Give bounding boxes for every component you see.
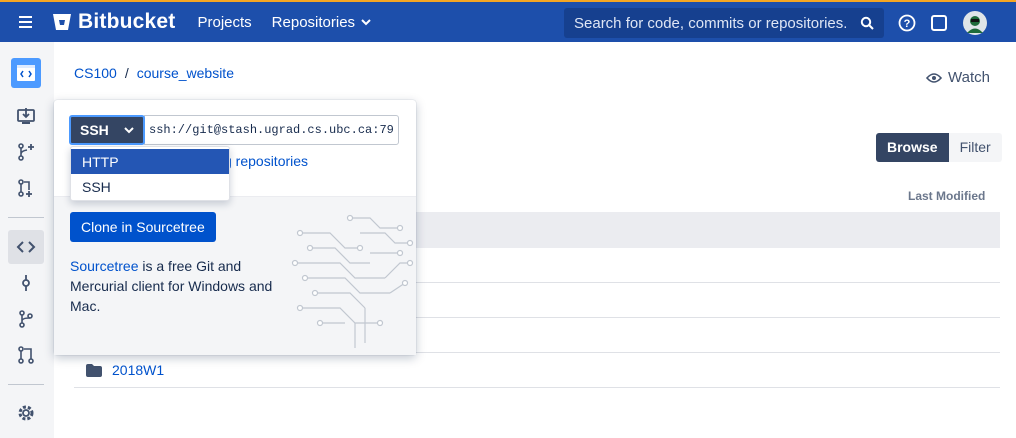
protocol-option-http[interactable]: HTTP (71, 149, 229, 174)
inbox-icon[interactable] (930, 14, 948, 32)
breadcrumb: CS100 / course_website (74, 65, 234, 81)
bitbucket-bucket-icon (53, 14, 71, 30)
protocol-dropdown-menu: HTTP SSH (70, 146, 230, 201)
sidebar-repository-avatar[interactable] (8, 56, 44, 90)
logo-text: Bitbucket (78, 10, 176, 33)
protocol-selector[interactable]: SSH (69, 115, 145, 145)
watch-label: Watch (948, 69, 990, 86)
sidebar-pull-requests[interactable] (8, 338, 44, 372)
folder-icon (86, 363, 102, 377)
clone-in-sourcetree-button[interactable]: Clone in Sourcetree (70, 212, 216, 242)
top-navigation-bar: Bitbucket Projects Repositories ? (0, 0, 1016, 42)
sidebar-source[interactable] (8, 230, 44, 264)
eye-icon (926, 72, 943, 83)
row-divider (74, 387, 1000, 388)
sidebar-branches[interactable] (8, 302, 44, 336)
clone-icon (17, 108, 35, 124)
create-branch-icon (18, 143, 34, 161)
protocol-option-ssh[interactable]: SSH (71, 174, 229, 199)
sidebar (0, 42, 54, 438)
circuit-tree-illustration (291, 214, 414, 348)
protocol-label: SSH (80, 122, 109, 138)
nav-projects-label: Projects (197, 13, 252, 31)
search-input[interactable] (574, 14, 846, 32)
watch-button[interactable]: Watch (926, 69, 990, 86)
chevron-down-icon (361, 19, 371, 26)
last-modified-header: Last Modified (908, 189, 986, 203)
sidebar-create-pull-request[interactable] (8, 171, 44, 205)
breadcrumb-project[interactable]: CS100 (74, 65, 117, 81)
nav-projects[interactable]: Projects (197, 14, 251, 31)
help-icon[interactable]: ? (898, 14, 916, 32)
folder-link[interactable]: 2018W1 (112, 362, 164, 378)
clone-help-link[interactable]: g repositories (224, 153, 308, 169)
sidebar-divider (8, 384, 44, 385)
sidebar-clone[interactable] (8, 99, 44, 133)
sidebar-settings[interactable] (8, 396, 44, 430)
browse-button[interactable]: Browse (876, 133, 949, 162)
settings-icon (18, 405, 34, 421)
breadcrumb-repository[interactable]: course_website (137, 65, 234, 81)
svg-text:?: ? (904, 18, 911, 30)
search-icon[interactable] (860, 16, 874, 30)
branches-icon (19, 310, 33, 328)
nav-repositories-label: Repositories (271, 13, 356, 31)
create-pull-request-icon (18, 179, 32, 197)
avatar[interactable] (962, 10, 988, 36)
sourcetree-section: Clone in Sourcetree Sourcetree is a free… (54, 196, 416, 355)
sourcetree-link[interactable]: Sourcetree (70, 258, 138, 274)
commits-icon (22, 275, 30, 291)
bitbucket-logo[interactable]: Bitbucket (52, 10, 175, 34)
sidebar-create-branch[interactable] (8, 135, 44, 169)
filter-button[interactable]: Filter (948, 133, 1002, 162)
breadcrumb-separator: / (124, 65, 129, 81)
chevron-down-icon (124, 127, 134, 134)
pull-requests-icon (18, 346, 34, 364)
search-box[interactable] (564, 8, 884, 38)
source-icon (16, 241, 36, 253)
repository-icon (11, 58, 41, 88)
hamburger-menu-icon[interactable] (0, 2, 52, 42)
sourcetree-description: Sourcetree is a free Git and Mercurial c… (70, 256, 290, 316)
view-toggle: Browse Filter (876, 133, 1002, 162)
sidebar-commits[interactable] (8, 266, 44, 300)
nav-repositories[interactable]: Repositories (272, 14, 371, 31)
clone-url-field[interactable] (144, 115, 399, 145)
clone-dialog: g repositories SSH (54, 100, 416, 355)
table-row[interactable]: 2018W1 (86, 362, 164, 378)
sidebar-divider (8, 217, 44, 218)
